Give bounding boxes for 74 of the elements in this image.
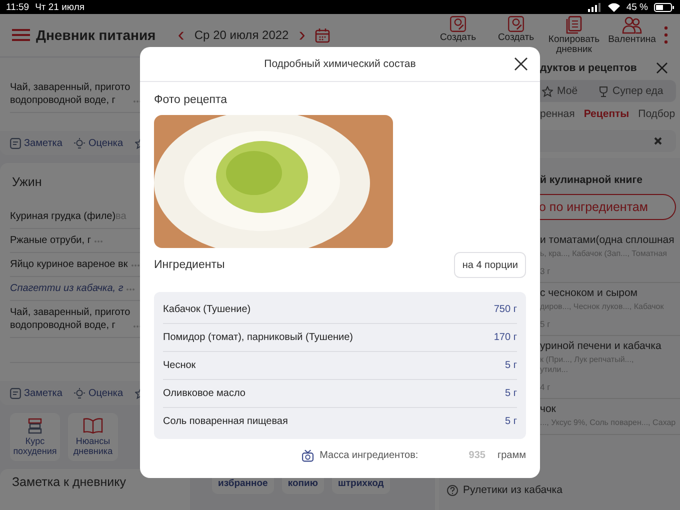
recipe-name[interactable]: с чесноком и сыром: [540, 287, 676, 299]
section-heading: Фото рецепта: [154, 94, 228, 106]
recipe-subtab[interactable]: ренная: [540, 108, 575, 120]
meal-action-button[interactable]: Заметка: [10, 138, 62, 148]
section-heading: Ингредиенты: [154, 259, 225, 271]
panel-tab[interactable]: Моё: [542, 85, 578, 97]
mass-unit: грамм: [497, 450, 526, 461]
lightbulb-icon: [74, 388, 86, 398]
clear-icon[interactable]: [654, 137, 662, 145]
help-icon[interactable]: [447, 484, 458, 496]
food-item[interactable]: Ржаные отруби, г: [10, 234, 91, 247]
panel-title: дуктов и рецептов: [540, 62, 637, 74]
menu-icon[interactable]: [12, 28, 30, 42]
date-label[interactable]: Ср 20 июля 2022: [194, 28, 289, 42]
info-tile[interactable]: Нюансы дневника: [68, 413, 118, 461]
ingredient-name: Помидор (томат), парниковый (Тушение): [163, 332, 354, 343]
recipe-name[interactable]: чок: [540, 403, 676, 415]
ingredient-name: Соль поваренная пищевая: [163, 416, 288, 427]
edit-document-icon: [450, 16, 466, 32]
meal-action-button[interactable]: Оценка: [74, 388, 124, 398]
people-icon: [622, 16, 642, 34]
ingredient-name: Чеснок: [163, 360, 196, 371]
signal-icon: [588, 2, 602, 12]
open-book-icon: [83, 418, 103, 434]
status-date: Чт 21 июля: [35, 2, 85, 12]
note-icon: [10, 388, 21, 398]
next-day-button[interactable]: ›: [294, 25, 310, 45]
food-item[interactable]: Яйцо куриное вареное вк: [10, 258, 128, 271]
mass-label: Масса ингредиентов:: [320, 450, 420, 461]
battery-icon: [654, 2, 674, 12]
ingredient-amount: 5 г: [505, 360, 517, 371]
diary-note-title: Заметка к дневнику: [11, 474, 128, 491]
ingredient-amount: 750 г: [494, 304, 517, 315]
app-title: Дневник питания: [36, 27, 156, 43]
calendar-icon[interactable]: [315, 28, 330, 42]
ingredient-amount: 5 г: [505, 388, 517, 399]
food-item[interactable]: Чай, заваренный, пригото водопроводной воде, г: [10, 81, 130, 107]
status-time: 11:59: [6, 2, 30, 12]
document-icon: [566, 16, 582, 34]
edit-document-icon: [508, 16, 524, 32]
note-icon: [10, 138, 21, 148]
more-options-icon[interactable]: [664, 26, 668, 44]
battery-percent: 45 %: [626, 2, 648, 12]
toolbar-action[interactable]: Валентина: [606, 16, 658, 45]
previous-day-button[interactable]: ‹: [174, 25, 188, 45]
lightbulb-icon: [74, 138, 86, 148]
toolbar-action[interactable]: Копировать дневник: [548, 16, 600, 55]
panel-tab[interactable]: Супер еда: [598, 85, 664, 97]
mass-value: 935: [468, 450, 486, 461]
recipe-subtab[interactable]: Рецепты: [584, 108, 630, 120]
section-title: й кулинарной книге: [539, 174, 644, 186]
recipe-subtab[interactable]: Подбор: [638, 108, 676, 120]
recipe-name[interactable]: уриной печени и кабачка: [540, 340, 676, 352]
trophy-icon: [598, 86, 609, 96]
portions-dropdown[interactable]: на 4 порции: [454, 252, 526, 278]
meal-action-button[interactable]: Заметка: [10, 388, 62, 398]
wifi-icon: [608, 2, 620, 12]
food-item[interactable]: Чай, заваренный, пригото водопроводной воде, г: [10, 306, 130, 332]
info-tile[interactable]: Курс похудения: [10, 413, 60, 461]
ingredient-name: Оливковое масло: [163, 388, 246, 399]
ingredient-name: Кабачок (Тушение): [163, 304, 251, 315]
toolbar-action[interactable]: Создать: [432, 16, 484, 43]
meal-title: Ужин: [11, 174, 43, 191]
meal-action-button[interactable]: Оценка: [74, 138, 124, 148]
food-item[interactable]: Спагетти из кабачка, г: [10, 282, 124, 295]
toolbar-action[interactable]: Создать: [490, 16, 542, 43]
ingredient-amount: 5 г: [505, 416, 517, 427]
close-icon[interactable]: [514, 57, 528, 71]
ingredient-amount: 170 г: [494, 332, 517, 343]
dialog-title: Подробный химический состав: [264, 58, 416, 70]
recipe-name[interactable]: Рулетики из кабачка: [463, 484, 562, 496]
recipe-name[interactable]: и томатами(одна сплошная: [540, 234, 676, 246]
books-icon: [26, 418, 44, 434]
star-icon: [542, 86, 553, 96]
